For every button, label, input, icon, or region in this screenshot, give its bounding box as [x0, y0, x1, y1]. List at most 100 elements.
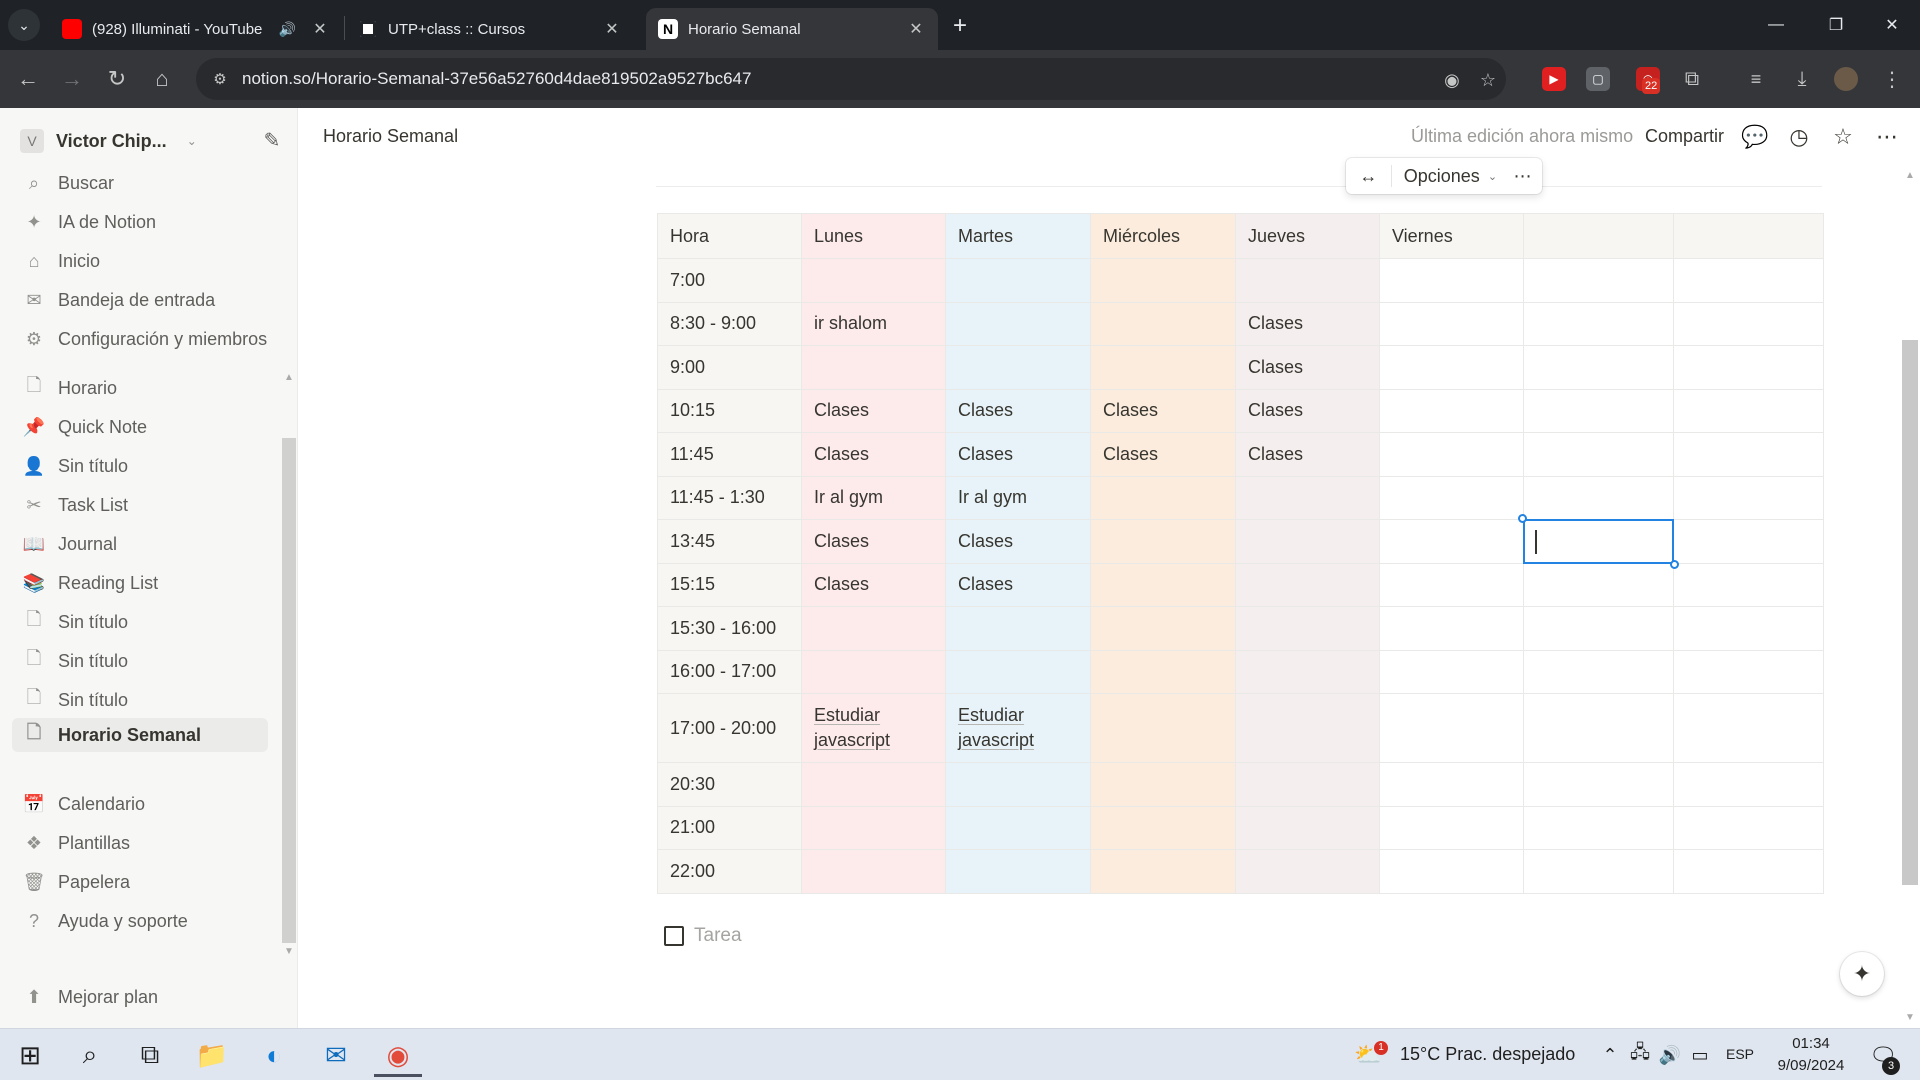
home-icon[interactable]: ⌂ — [147, 64, 177, 94]
minimize-icon[interactable]: — — [1746, 0, 1806, 50]
table-cell[interactable] — [1518, 514, 1679, 569]
table-cell[interactable]: Clases — [801, 562, 946, 607]
table-cell[interactable]: 22:00 — [657, 849, 802, 894]
workspace-switcher[interactable]: V Victor Chip... ⌄ — [20, 126, 197, 156]
favorite-star-icon[interactable]: ☆ — [1828, 122, 1858, 152]
language-indicator[interactable]: ESP — [1726, 1046, 1754, 1062]
table-cell[interactable] — [1090, 345, 1236, 390]
battery-icon[interactable]: ▭ — [1688, 1043, 1712, 1067]
tab-search-chevron-icon[interactable]: ⌄ — [8, 9, 40, 41]
table-cell[interactable] — [801, 258, 946, 303]
sidebar-item-sin-titulo-2[interactable]: 🗋 Sin título — [12, 605, 268, 639]
table-cell[interactable]: Clases — [801, 432, 946, 477]
sidebar-item-quick-note[interactable]: 📌 Quick Note — [12, 410, 268, 444]
table-cell[interactable] — [1090, 475, 1236, 520]
table-cell[interactable] — [1673, 258, 1824, 303]
table-cell[interactable] — [1379, 606, 1524, 651]
table-cell[interactable] — [945, 345, 1091, 390]
table-cell[interactable] — [801, 849, 946, 894]
table-cell[interactable] — [1673, 649, 1824, 694]
table-cell[interactable] — [1379, 432, 1524, 477]
network-icon[interactable]: 🖧 — [1628, 1042, 1652, 1067]
table-cell[interactable]: 10:15 — [657, 388, 802, 433]
table-cell[interactable] — [1379, 693, 1524, 763]
table-header-cell[interactable] — [1673, 213, 1824, 259]
table-cell[interactable]: 13:45 — [657, 519, 802, 564]
table-cell[interactable] — [1090, 762, 1236, 807]
eye-off-icon[interactable]: ◉ — [1440, 68, 1464, 92]
site-settings-icon[interactable]: ⚙ — [210, 69, 230, 89]
puzzle-icon[interactable]: ⧉ — [1680, 67, 1704, 91]
search-icon[interactable]: ⌕ — [66, 1033, 114, 1077]
table-cell[interactable] — [1379, 562, 1524, 607]
table-cell[interactable]: 11:45 - 1:30 — [657, 475, 802, 520]
table-cell[interactable]: 7:00 — [657, 258, 802, 303]
table-cell[interactable] — [1523, 432, 1674, 477]
table-cell[interactable] — [1523, 849, 1674, 894]
table-cell[interactable] — [945, 258, 1091, 303]
page-scrollbar[interactable] — [1902, 340, 1918, 885]
table-cell[interactable] — [1523, 562, 1674, 607]
table-cell[interactable]: Estudiar javascript — [801, 693, 946, 763]
mail-icon[interactable]: ✉ — [312, 1033, 360, 1077]
scroll-down-caret-icon[interactable]: ▼ — [1902, 1012, 1918, 1023]
table-cell[interactable] — [1379, 388, 1524, 433]
edge-icon[interactable]: ◐ — [250, 1033, 298, 1077]
table-cell[interactable] — [945, 805, 1091, 850]
table-cell[interactable]: Clases — [1090, 388, 1236, 433]
sidebar-item-papelera[interactable]: 🗑 Papelera — [12, 865, 268, 899]
table-cell[interactable] — [801, 606, 946, 651]
scroll-up-caret-icon[interactable]: ▲ — [282, 372, 296, 383]
breadcrumb[interactable]: Horario Semanal — [323, 126, 458, 147]
table-cell[interactable] — [1379, 519, 1524, 564]
table-cell[interactable]: Clases — [945, 388, 1091, 433]
table-cell[interactable] — [1235, 762, 1380, 807]
table-cell[interactable] — [1090, 301, 1236, 346]
sidebar-item-horario[interactable]: 🗋 Horario — [12, 371, 268, 405]
table-cell[interactable] — [1379, 762, 1524, 807]
table-cell[interactable] — [945, 762, 1091, 807]
table-cell[interactable] — [1523, 762, 1674, 807]
table-cell[interactable] — [945, 849, 1091, 894]
table-cell[interactable]: 20:30 — [657, 762, 802, 807]
sidebar-item-task-list[interactable]: ✂ Task List — [12, 488, 268, 522]
table-cell[interactable] — [801, 649, 946, 694]
url-text[interactable]: notion.so/Horario-Semanal-37e56a52760d4d… — [242, 69, 751, 89]
table-cell[interactable] — [1379, 805, 1524, 850]
table-cell[interactable]: Ir al gym — [801, 475, 946, 520]
sidebar-item-horario-semanal[interactable]: 🗋 Horario Semanal — [12, 718, 268, 752]
table-header-cell[interactable]: Viernes — [1379, 213, 1524, 259]
table-cell[interactable] — [1673, 805, 1824, 850]
table-cell[interactable] — [1673, 693, 1824, 763]
scroll-up-caret-icon[interactable]: ▲ — [1902, 170, 1918, 181]
table-cell[interactable] — [1235, 649, 1380, 694]
tab-utp[interactable]: UTP+class :: Cursos ✕ — [346, 8, 634, 50]
volume-icon[interactable]: 🔊 — [1658, 1043, 1682, 1067]
more-options-icon[interactable]: ⋯ — [1503, 166, 1542, 187]
new-page-icon[interactable]: ✎ — [258, 126, 286, 154]
table-cell[interactable] — [1379, 345, 1524, 390]
sidebar-item-ayuda[interactable]: ? Ayuda y soporte — [12, 904, 268, 938]
table-cell[interactable] — [1379, 258, 1524, 303]
table-cell[interactable] — [1523, 805, 1674, 850]
options-button[interactable]: Opciones — [1392, 166, 1488, 187]
forward-icon[interactable]: → — [57, 64, 87, 94]
table-cell[interactable] — [1379, 849, 1524, 894]
profile-avatar[interactable] — [1834, 67, 1858, 91]
table-cell[interactable]: Ir al gym — [945, 475, 1091, 520]
table-cell[interactable] — [1379, 301, 1524, 346]
new-tab-icon[interactable]: + — [946, 12, 974, 40]
menu-kebab-icon[interactable]: ⋮ — [1880, 67, 1904, 91]
window-close-icon[interactable]: ✕ — [1862, 0, 1920, 50]
todo-placeholder[interactable]: Tarea — [694, 925, 742, 947]
close-icon[interactable]: ✕ — [310, 19, 330, 39]
chrome-icon[interactable]: ◉ — [374, 1033, 422, 1077]
selection-handle[interactable] — [1518, 514, 1527, 523]
table-cell[interactable] — [1379, 649, 1524, 694]
notion-ai-sparkle-icon[interactable]: ✦ — [1840, 952, 1884, 996]
table-cell[interactable] — [1673, 762, 1824, 807]
table-cell[interactable] — [1523, 475, 1674, 520]
table-cell[interactable] — [1235, 693, 1380, 763]
todo-checkbox[interactable] — [664, 926, 684, 946]
table-cell[interactable]: 17:00 - 20:00 — [657, 693, 802, 763]
